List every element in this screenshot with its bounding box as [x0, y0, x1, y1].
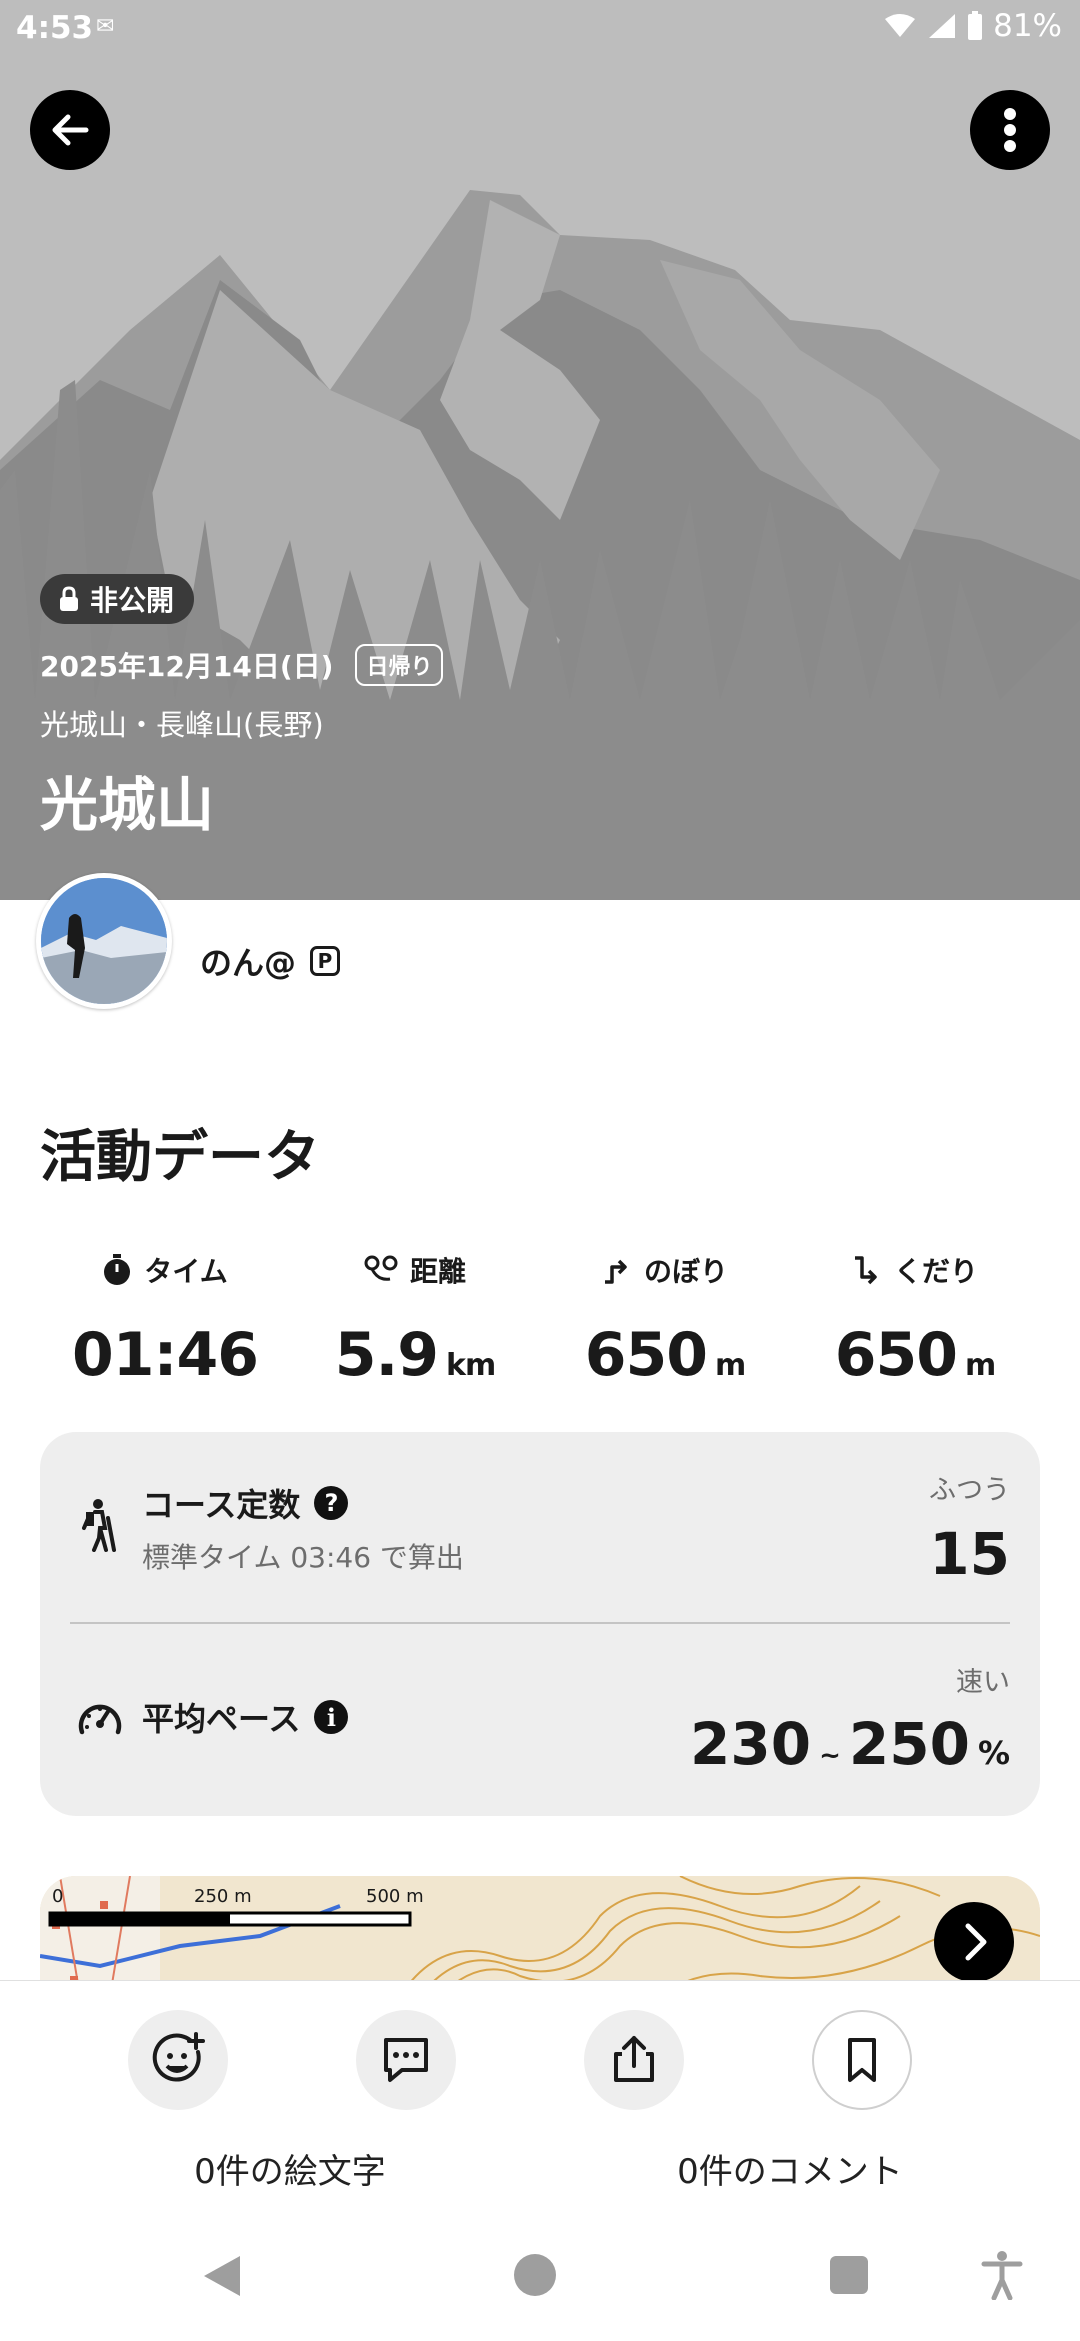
nav-back-icon[interactable] [200, 2252, 244, 2300]
map-scale-0: 0 [52, 1886, 64, 1907]
map-image [40, 1876, 1040, 1996]
route-map-preview[interactable]: 0 250 m 500 m [40, 1876, 1040, 1996]
stat-unit: m [714, 1348, 746, 1383]
bookmark-button[interactable] [812, 2010, 912, 2110]
share-button[interactable] [584, 2010, 684, 2110]
battery-percent: 81% [993, 8, 1062, 44]
stat-distance: 距離 5.9 km [290, 1250, 540, 1390]
accessibility-icon[interactable] [980, 2250, 1024, 2300]
stat-value: 650 [834, 1320, 958, 1390]
nav-recents-icon[interactable] [828, 2254, 870, 2296]
average-pace-title-row[interactable]: 平均ペース i [142, 1694, 349, 1740]
add-emoji-button[interactable] [128, 2010, 228, 2110]
back-button[interactable] [30, 90, 110, 170]
stat-ascent: のぼり 650 m [540, 1250, 790, 1390]
route-icon [364, 1255, 398, 1281]
activity-date: 2025年12月14日(日) [40, 650, 334, 683]
privacy-label: 非公開 [90, 584, 175, 617]
divider [70, 1622, 1010, 1624]
stat-label: のぼり [643, 1255, 728, 1288]
page-title: 光城山 [40, 771, 215, 839]
stat-label: タイム [144, 1255, 228, 1288]
avatar[interactable] [36, 873, 172, 1009]
stat-label: 距離 [409, 1255, 466, 1288]
user-name-row[interactable]: のん@ P [200, 938, 341, 984]
descent-arrow-icon [854, 1256, 877, 1285]
stat-value: 01:46 [72, 1320, 259, 1390]
stat-descent: くだり 650 m [790, 1250, 1040, 1390]
course-constant-subtitle: 標準タイム 03:46 で算出 [142, 1541, 464, 1574]
lock-icon [60, 586, 78, 611]
map-scale-250: 250 m [194, 1886, 252, 1907]
privacy-badge: 非公開 [40, 574, 195, 624]
nav-home-icon[interactable] [512, 2252, 558, 2298]
info-icon[interactable]: i [314, 1700, 349, 1734]
notification-icon: ✉ [96, 14, 115, 39]
activity-date-row: 2025年12月14日(日) 日帰り [40, 644, 444, 686]
share-icon [614, 2036, 654, 2082]
emoji-count[interactable]: 0件の絵文字 [90, 2144, 490, 2193]
pace-max: 250 [848, 1710, 970, 1778]
pace-min: 230 [689, 1710, 812, 1778]
user-name: のん@ [200, 944, 297, 982]
emoji-add-icon [152, 2032, 205, 2082]
mountain-area[interactable]: 光城山・長峰山(長野) [40, 702, 324, 744]
map-open-button[interactable] [934, 1902, 1014, 1982]
stat-unit: km [446, 1348, 496, 1383]
course-constant-value: 15 [929, 1520, 1010, 1588]
course-constant-title: コース定数 [142, 1486, 301, 1524]
stat-value: 650 [584, 1320, 708, 1390]
signal-icon [929, 14, 956, 38]
speedometer-icon [78, 1704, 122, 1735]
premium-badge: P [310, 946, 341, 976]
status-time: 4:53 [16, 10, 94, 46]
map-scale-500: 500 m [366, 1886, 424, 1907]
course-level: ふつう [929, 1475, 1010, 1506]
arrow-left-icon [52, 114, 89, 146]
comment-button[interactable] [356, 2010, 456, 2110]
system-nav-bar [0, 2228, 1080, 2340]
course-constant-title-row[interactable]: コース定数 ? [142, 1480, 349, 1526]
section-title-activity: 活動データ [40, 1125, 320, 1190]
ascent-arrow-icon [604, 1259, 627, 1284]
comment-count[interactable]: 0件のコメント [590, 2144, 990, 2193]
stat-unit: m [964, 1348, 996, 1383]
comment-icon [384, 2038, 428, 2082]
stat-label: くだり [893, 1255, 978, 1288]
hiker-icon [82, 1499, 116, 1552]
stopwatch-icon [104, 1254, 131, 1285]
more-vertical-icon [1004, 108, 1016, 152]
average-pace-title: 平均ペース [142, 1700, 301, 1738]
bookmark-icon [848, 2038, 876, 2082]
more-options-button[interactable] [970, 90, 1050, 170]
wifi-icon [885, 14, 916, 37]
battery-icon [968, 11, 983, 40]
help-icon[interactable]: ? [314, 1486, 349, 1520]
average-pace-value: 230 ~ 250 % [690, 1710, 1010, 1778]
pace-unit: % [977, 1734, 1010, 1772]
pace-separator: ~ [819, 1741, 841, 1771]
trip-type-badge: 日帰り [355, 644, 444, 686]
stat-time: タイム 01:46 [40, 1250, 290, 1390]
status-bar: 4:53 ✉ 81% [0, 0, 1080, 60]
pace-level: 速い [956, 1667, 1010, 1698]
stat-value: 5.9 [334, 1320, 439, 1390]
chevron-right-icon [965, 1923, 987, 1961]
course-pace-card: コース定数 ? 標準タイム 03:46 で算出 ふつう 15 平均ペース i 速… [40, 1432, 1040, 1816]
